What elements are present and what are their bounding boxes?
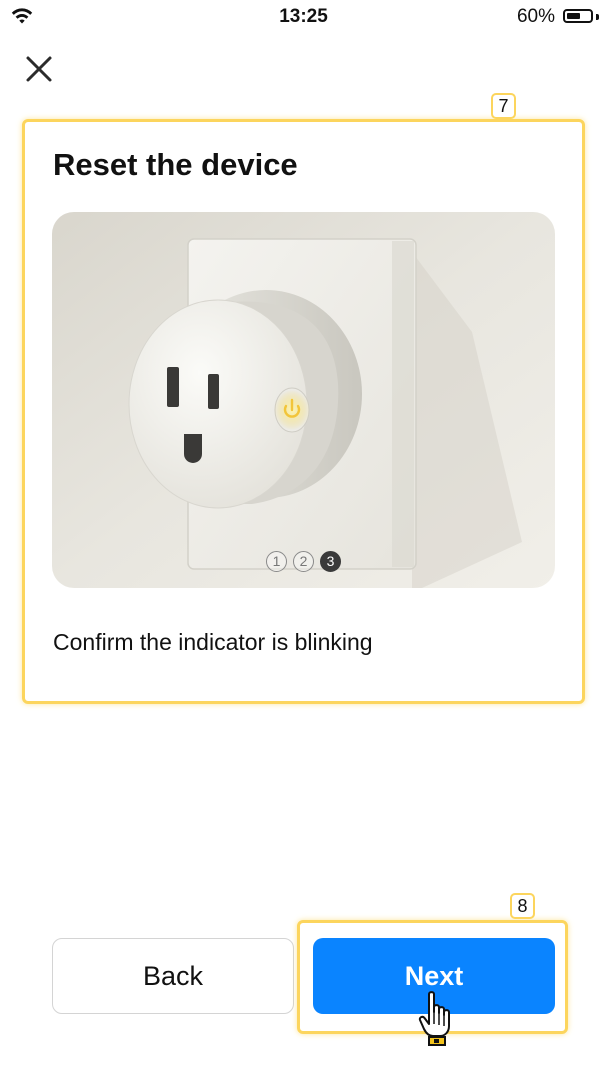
carousel-dot-1[interactable]: 1 xyxy=(266,551,287,572)
carousel-dot-2[interactable]: 2 xyxy=(293,551,314,572)
hand-pointer-icon xyxy=(418,991,450,1046)
battery-percent: 60% xyxy=(516,6,555,27)
card-description: Confirm the indicator is blinking xyxy=(53,629,373,655)
battery-level-fill xyxy=(567,13,580,19)
battery-icon xyxy=(563,9,593,23)
back-button[interactable]: Back xyxy=(52,938,294,1014)
reset-device-screen: 13:25 60% Reset the device 1 2 3 Confirm… xyxy=(0,0,607,1080)
back-button-label: Back xyxy=(142,960,204,991)
carousel-dot-3[interactable]: 3 xyxy=(320,551,341,572)
carousel-indicator: 123 xyxy=(52,551,555,572)
card-title: Reset the device xyxy=(53,147,298,182)
smart-plug-illustration xyxy=(52,212,555,588)
battery-nub xyxy=(596,14,599,20)
close-icon[interactable] xyxy=(22,52,56,86)
next-button-label: Next xyxy=(404,960,464,991)
smart-plug-photo: 123 xyxy=(52,212,555,588)
reset-instruction-card: Reset the device 1 2 3 Confirm the indic… xyxy=(24,121,583,702)
card-highlight-tag: 7 xyxy=(491,93,516,119)
status-time: 13:25 xyxy=(279,6,328,27)
status-bar: 13:25 60% xyxy=(0,0,607,34)
next-highlight-tag: 8 xyxy=(510,893,535,919)
